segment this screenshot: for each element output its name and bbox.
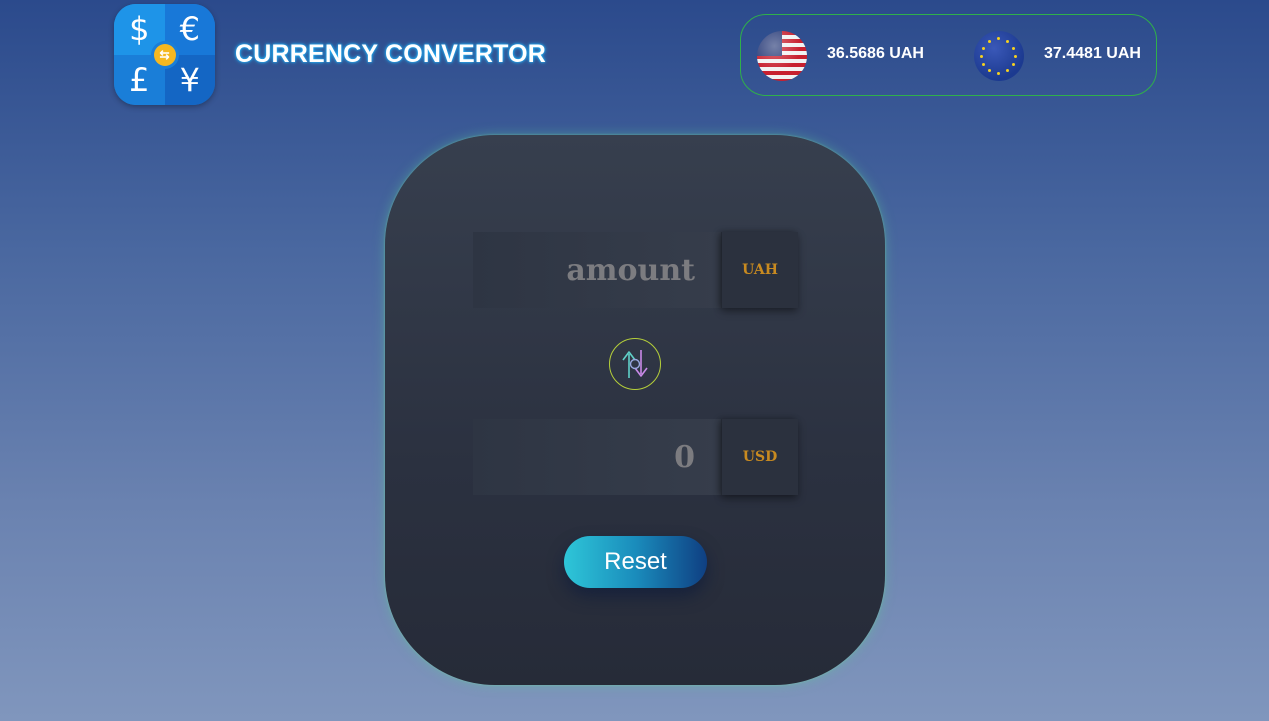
from-currency-select[interactable]: UAH: [722, 232, 798, 308]
amount-input[interactable]: amount: [473, 232, 721, 308]
eu-flag-icon: [974, 31, 1024, 81]
converted-amount-output[interactable]: 0: [473, 419, 721, 495]
swap-arrows-icon: [622, 350, 648, 378]
swap-button[interactable]: [609, 338, 661, 390]
from-amount-field[interactable]: amount UAH: [473, 232, 798, 308]
app-logo: $ € £ ¥ ⇆: [114, 4, 215, 105]
reset-button[interactable]: Reset: [564, 536, 707, 588]
to-amount-field[interactable]: 0 USD: [473, 419, 798, 495]
eur-rate-value: 37.4481 UAH: [1044, 45, 1141, 62]
to-currency-select[interactable]: USD: [722, 419, 798, 495]
swap-coin-icon: ⇆: [153, 43, 176, 66]
usd-rate-value: 36.5686 UAH: [827, 45, 924, 62]
us-flag-icon: [757, 31, 807, 81]
page-title: CURRENCY CONVERTOR: [235, 40, 547, 68]
exchange-rates-panel: 36.5686 UAH 37.4481 UAH: [740, 14, 1157, 96]
converter-card: amount UAH 0 USD Reset: [385, 135, 885, 685]
